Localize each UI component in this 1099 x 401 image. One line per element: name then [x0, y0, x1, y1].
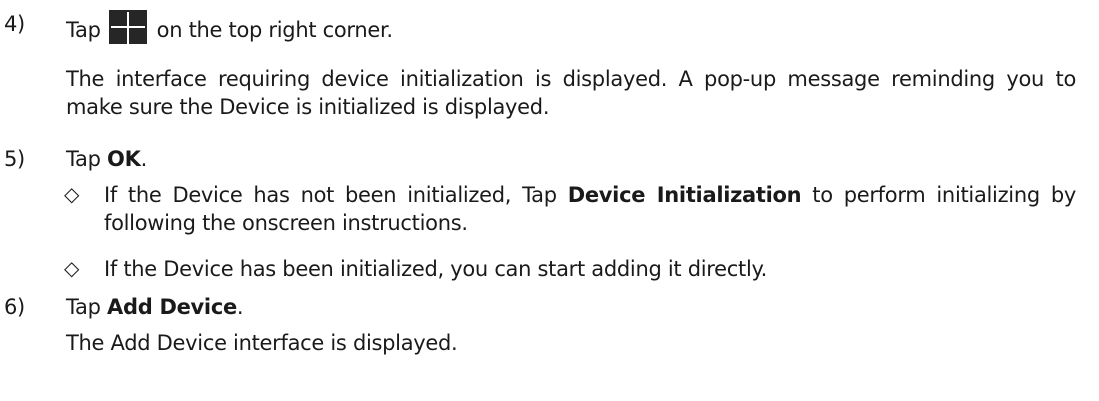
diamond-bullet-icon: ◇	[64, 182, 80, 206]
plus-icon	[108, 10, 147, 44]
step-5-suffix: .	[140, 147, 148, 171]
step-6-instruction: Tap Add Device.	[66, 293, 244, 321]
step-6-add-device-label: Add Device	[107, 295, 237, 319]
step-4-description: The interface requiring device initializ…	[66, 67, 1076, 119]
bullet-1-bold: Device Initialization	[567, 183, 802, 207]
bullet-2-text: If the Device has been initialized, you …	[104, 257, 768, 281]
step-5-prefix: Tap	[66, 147, 108, 171]
step-5-ok-label: OK	[107, 147, 141, 171]
step-4-location-text: on the top right corner.	[156, 18, 393, 42]
bullet-1-text: If the Device has not been initialized, …	[104, 181, 1076, 237]
step-4-instruction: Tap on the top right corner.	[66, 10, 393, 44]
step-5-instruction: Tap OK.	[66, 145, 147, 173]
bullet-1-pre: If the Device has not been initialized, …	[104, 183, 568, 207]
step-5-number: 5)	[4, 147, 25, 171]
step-4-number: 4)	[4, 12, 25, 36]
step-6-description: The Add Device interface is displayed.	[66, 331, 458, 355]
step-6-suffix: .	[236, 295, 244, 319]
diamond-bullet-icon: ◇	[64, 256, 80, 280]
step-4-tap-text: Tap	[66, 18, 101, 42]
step-6-number: 6)	[4, 295, 25, 319]
step-6-prefix: Tap	[66, 295, 108, 319]
